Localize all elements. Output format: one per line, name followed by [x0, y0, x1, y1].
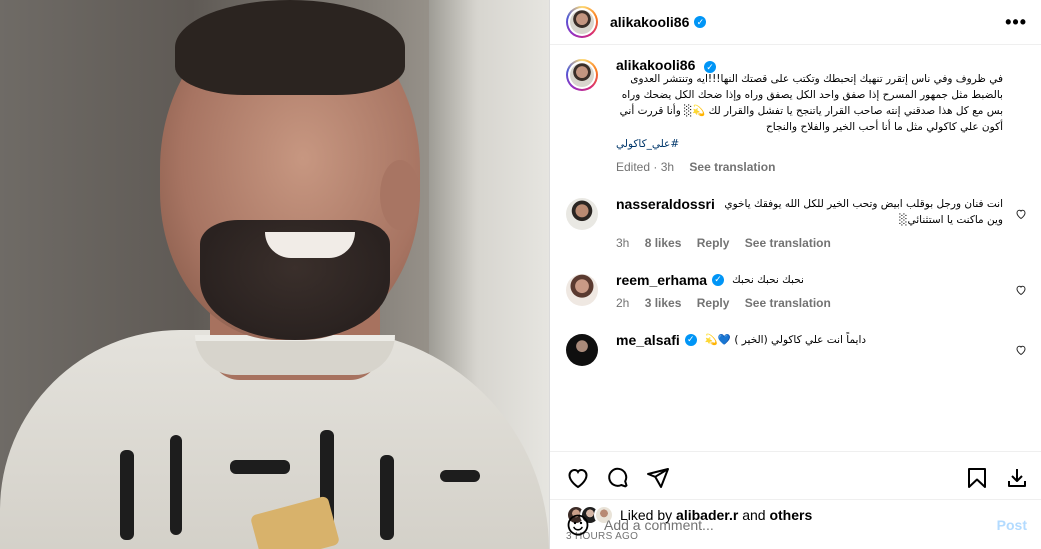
photo-collar — [195, 335, 395, 375]
emoji-icon[interactable] — [566, 513, 590, 537]
comment-likes[interactable]: 8 likes — [645, 236, 682, 250]
post-caption: alikakooli86 ✓ في ظروف وفي ناس إتقرر تنه… — [566, 57, 1027, 174]
comment-composer: Add a comment... Post — [550, 499, 1041, 549]
caption-edited-time: Edited · 3h — [616, 160, 675, 174]
comment-reply-button[interactable]: Reply — [697, 236, 730, 250]
post-panel: alikakooli86 ✓ ••• alikakooli86 ✓ في ظرو… — [549, 0, 1041, 549]
verified-badge-icon: ✓ — [694, 16, 707, 28]
comment-time: 2h — [616, 296, 630, 310]
comment-item: nasseraldossri انت فنان ورجل بوقلب ابيض … — [566, 196, 1027, 250]
comment-bubble-icon[interactable] — [606, 466, 630, 490]
comments-section[interactable]: alikakooli86 ✓ في ظروف وفي ناس إتقرر تنه… — [550, 45, 1041, 451]
caption-hashtag[interactable]: #علي_كاكولي — [616, 138, 679, 150]
instagram-post-view: alikakooli86 ✓ ••• alikakooli86 ✓ في ظرو… — [0, 0, 1041, 549]
comment-see-translation[interactable]: See translation — [745, 236, 831, 250]
comment-see-translation[interactable]: See translation — [745, 296, 831, 310]
heart-icon[interactable] — [1015, 344, 1027, 356]
caption-text: في ظروف وفي ناس إتقرر تنهيك إتحبطك وتكتب… — [619, 73, 1003, 133]
post-comment-button[interactable]: Post — [997, 517, 1027, 533]
verified-badge-icon: ✓ — [684, 334, 697, 346]
author-username[interactable]: alikakooli86 — [610, 14, 689, 30]
comment-time: 3h — [616, 236, 630, 250]
heart-icon[interactable] — [1015, 208, 1027, 220]
commenter-username[interactable]: me_alsafi — [616, 332, 680, 348]
post-photo[interactable] — [0, 0, 549, 549]
commenter-username[interactable]: reem_erhama — [616, 272, 707, 288]
bookmark-icon[interactable] — [965, 466, 989, 490]
comment-text: انت فنان ورجل بوقلب ابيض وتحب الخير للكل… — [724, 198, 1003, 226]
commenter-avatar[interactable] — [566, 334, 598, 366]
comment-text: نحبك نحبك نحبك — [732, 274, 804, 286]
comment-item: reem_erhama ✓ نحبك نحبك نحبك 2h 3 likes … — [566, 272, 1027, 310]
author-avatar[interactable] — [566, 6, 598, 38]
caption-author-avatar[interactable] — [566, 59, 598, 91]
verified-badge-icon: ✓ — [712, 274, 725, 286]
comment-likes[interactable]: 3 likes — [645, 296, 682, 310]
share-send-icon[interactable] — [646, 466, 670, 490]
photo-smile — [265, 232, 355, 258]
download-icon[interactable] — [1005, 466, 1029, 490]
more-options-icon[interactable]: ••• — [1005, 12, 1027, 33]
like-heart-icon[interactable] — [566, 466, 590, 490]
comment-item: me_alsafi ✓ دايماً انت علي كاكولي (الخير… — [566, 332, 1027, 366]
commenter-avatar[interactable] — [566, 198, 598, 230]
commenter-avatar[interactable] — [566, 274, 598, 306]
comment-text: دايماً انت علي كاكولي (الخير ) 💙💫 — [704, 334, 867, 346]
comment-input[interactable]: Add a comment... — [604, 517, 714, 533]
photo-ear — [380, 160, 420, 230]
photo-hair — [175, 0, 405, 95]
post-header: alikakooli86 ✓ ••• — [550, 0, 1041, 45]
heart-icon[interactable] — [1015, 284, 1027, 296]
commenter-username[interactable]: nasseraldossri — [616, 196, 715, 212]
comment-reply-button[interactable]: Reply — [697, 296, 730, 310]
caption-see-translation[interactable]: See translation — [689, 160, 775, 174]
post-actions — [550, 451, 1041, 503]
